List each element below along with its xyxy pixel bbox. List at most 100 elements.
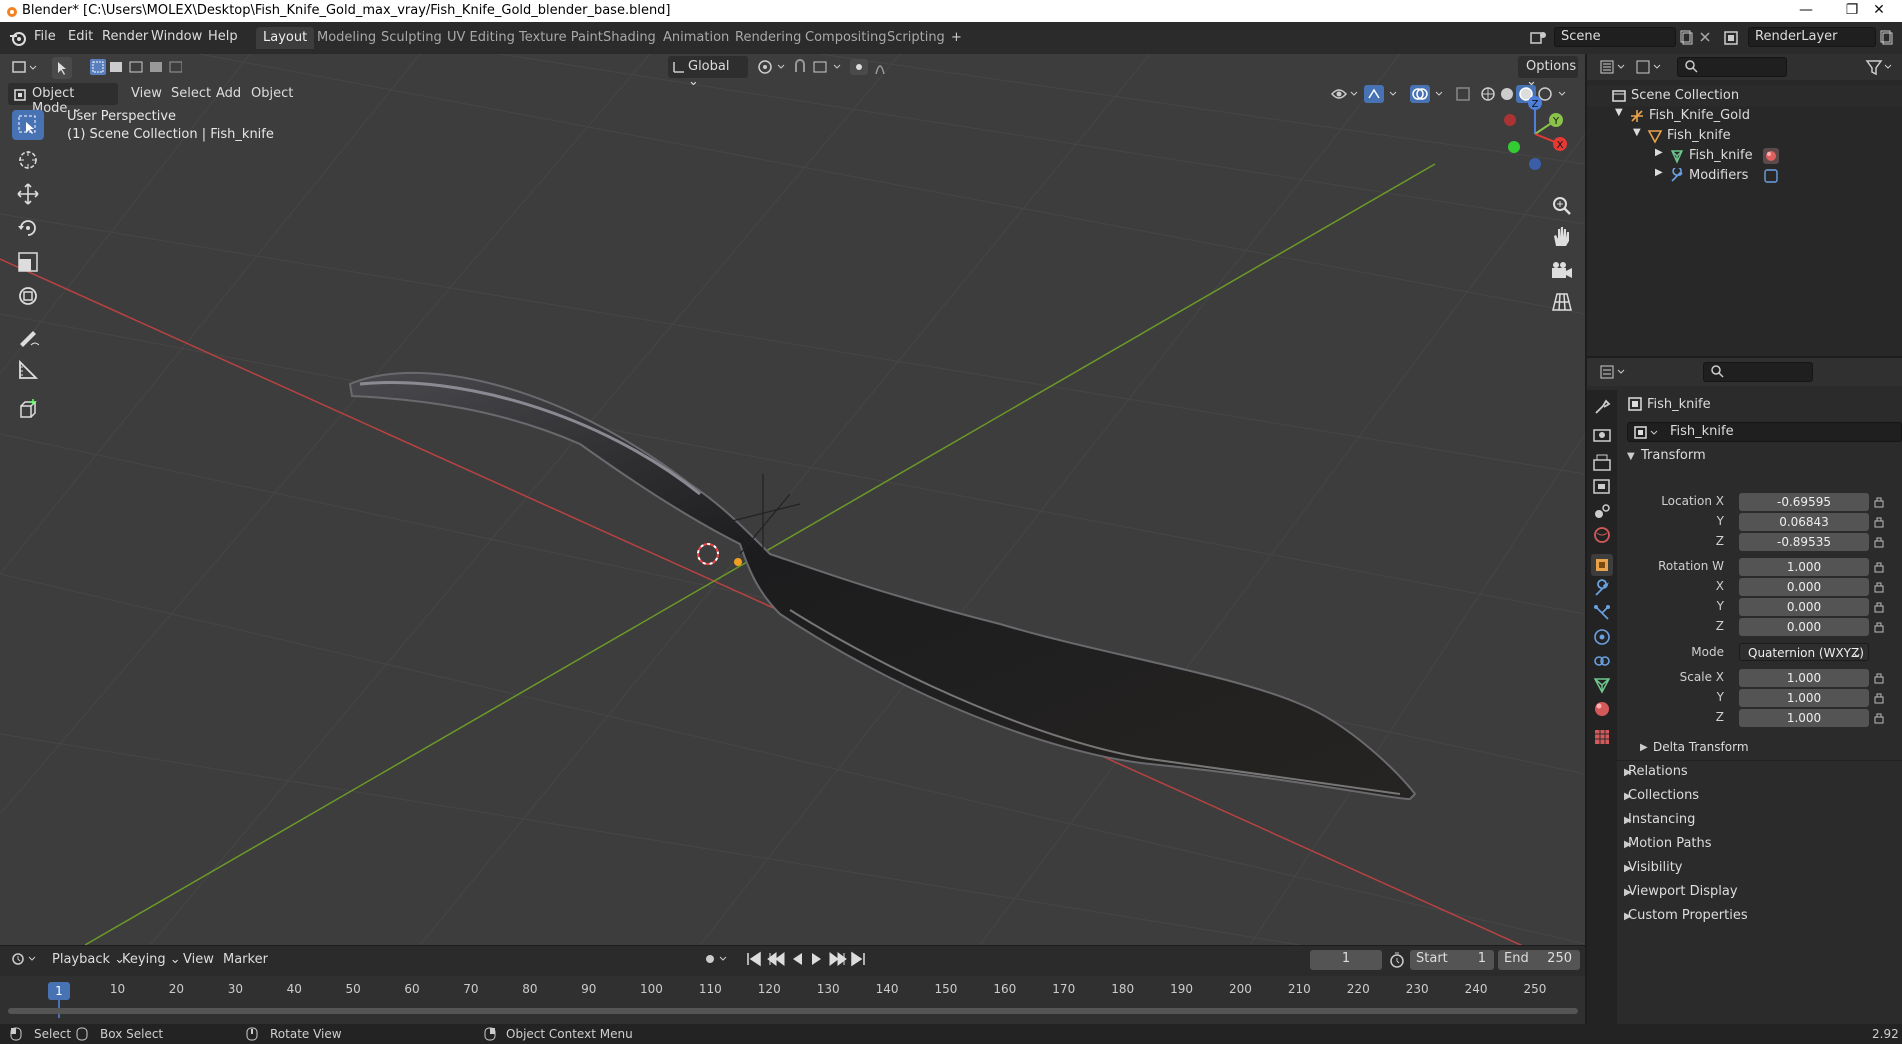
panel-custom-properties[interactable]: Custom Properties [1628, 908, 1748, 923]
location-x-field[interactable]: -0.69595 [1739, 493, 1869, 511]
expand-arrow-icon[interactable]: ▶ [1655, 167, 1663, 178]
lock-icon[interactable] [1873, 601, 1885, 613]
lock-icon[interactable] [1873, 536, 1885, 548]
menu-render[interactable]: Render [102, 29, 148, 44]
pivot-point-icon[interactable] [756, 58, 788, 76]
location-y-field[interactable]: 0.06843 [1739, 513, 1869, 531]
lock-icon[interactable] [1873, 621, 1885, 633]
panel-visibility[interactable]: Visibility [1628, 860, 1682, 875]
lock-icon[interactable] [1873, 561, 1885, 573]
expand-arrow-icon[interactable]: ▶ [1655, 147, 1663, 158]
fish-knife-object[interactable] [348, 371, 1417, 801]
options-dropdown[interactable]: Options ⌄ [1518, 56, 1578, 89]
transform-header[interactable]: Transform [1641, 448, 1706, 463]
select-mode-icons[interactable] [90, 58, 182, 76]
expand-arrow-icon[interactable]: ▼ [1615, 107, 1623, 118]
location-z-field[interactable]: -0.89535 [1739, 533, 1869, 551]
scale-z-field[interactable]: 1.000 [1739, 709, 1869, 727]
gizmo-toggle-icon[interactable] [1364, 84, 1402, 104]
filter-icon[interactable] [1865, 58, 1895, 76]
timeline-scrollbar[interactable] [8, 1008, 1578, 1014]
viewport-menu-view[interactable]: View [131, 86, 162, 101]
pan-hand-icon[interactable] [1548, 224, 1576, 252]
object-name-field[interactable]: Fish_knife [1627, 422, 1902, 442]
tab-animation[interactable]: Animation [656, 27, 736, 49]
current-frame-field[interactable]: 1 [1310, 950, 1382, 970]
object-type-icon[interactable] [1633, 425, 1663, 441]
panel-collections[interactable]: Collections [1628, 788, 1699, 803]
record-keyframe-icon[interactable] [702, 950, 734, 968]
visibility-toggle-icon[interactable] [1330, 85, 1360, 103]
transform-collapse-icon[interactable]: ▼ [1627, 451, 1635, 462]
stopwatch-icon[interactable] [1388, 951, 1406, 969]
timeline-menu-playback[interactable]: Playback ⌄ [52, 952, 125, 967]
perspective-toggle-icon[interactable] [1548, 288, 1576, 316]
expand-arrow-icon[interactable]: ▼ [1633, 127, 1641, 138]
close-button[interactable]: ✕ [1856, 0, 1902, 22]
tool-annotate[interactable] [12, 321, 44, 351]
remove-scene-icon[interactable] [1697, 29, 1713, 45]
scene-name-field[interactable]: Scene [1554, 27, 1676, 47]
end-frame-field[interactable]: End 250 [1498, 950, 1580, 970]
render-layer-field[interactable]: RenderLayer [1748, 27, 1876, 47]
timeline-menu-keying[interactable]: Keying ⌄ [122, 952, 181, 967]
tool-cursor[interactable] [12, 145, 44, 175]
tab-shading[interactable]: Shading [596, 27, 663, 49]
tool-tab-icon[interactable] [1591, 396, 1613, 418]
tab-scripting[interactable]: Scripting [880, 27, 952, 49]
lock-icon[interactable] [1873, 712, 1885, 724]
rotation-w-field[interactable]: 1.000 [1739, 558, 1869, 576]
outliner-item-fish-knife-mesh[interactable]: ▶ Fish_knife [1587, 146, 1902, 166]
menu-edit[interactable]: Edit [68, 29, 93, 44]
properties-editor-type-icon[interactable] [1599, 363, 1627, 381]
camera-view-icon[interactable] [1548, 258, 1576, 286]
render-tab-icon[interactable] [1591, 424, 1613, 446]
copy-scene-icon[interactable] [1678, 29, 1694, 45]
outliner-item-modifiers[interactable]: ▶ Modifiers [1587, 166, 1902, 186]
blender-menu-icon[interactable] [8, 28, 28, 48]
lock-icon[interactable] [1873, 496, 1885, 508]
proportional-editing-icon[interactable] [850, 58, 898, 76]
timeline-menu-view[interactable]: View [183, 952, 214, 967]
rotation-z-field[interactable]: 0.000 [1739, 618, 1869, 636]
tab-rendering[interactable]: Rendering [728, 27, 808, 49]
rotation-y-field[interactable]: 0.000 [1739, 598, 1869, 616]
tab-uv-editing[interactable]: UV Editing [440, 27, 522, 49]
xray-toggle-icon[interactable] [1454, 85, 1472, 103]
playhead-indicator[interactable]: 1 [48, 982, 70, 1000]
tab-sculpting[interactable]: Sculpting [374, 27, 449, 49]
rotation-mode-dropdown[interactable]: Quaternion (WXYZ) ⌄ [1739, 643, 1869, 661]
rotation-x-field[interactable]: 0.000 [1739, 578, 1869, 596]
outliner-item-fish-knife-gold[interactable]: ▼ Fish_Knife_Gold [1587, 106, 1902, 126]
zoom-icon[interactable] [1548, 192, 1576, 220]
tool-scale[interactable] [12, 247, 44, 277]
editor-type-icon[interactable] [10, 58, 38, 78]
lock-icon[interactable] [1873, 692, 1885, 704]
tool-select-box[interactable] [12, 110, 44, 140]
tool-move[interactable] [12, 179, 44, 209]
overlays-toggle-icon[interactable] [1410, 84, 1448, 104]
navigation-gizmo[interactable]: Z Y X [1490, 92, 1570, 172]
select-tool-icon[interactable] [52, 57, 72, 79]
lock-icon[interactable] [1873, 516, 1885, 528]
outliner-search-input[interactable] [1677, 57, 1787, 77]
delta-transform-expand-icon[interactable]: ▶ [1640, 742, 1648, 753]
outliner-item-fish-knife-object[interactable]: ▼ Fish_knife [1587, 126, 1902, 146]
3d-viewport[interactable]: Global ⌄ Options ⌄ Object Mode ⌄ View Se… [0, 54, 1585, 945]
outliner-editor-type-icon[interactable] [1599, 58, 1627, 76]
add-workspace-button[interactable]: + [944, 27, 969, 49]
panel-motion-paths[interactable]: Motion Paths [1628, 836, 1712, 851]
lock-icon[interactable] [1873, 581, 1885, 593]
panel-instancing[interactable]: Instancing [1628, 812, 1695, 827]
start-frame-field[interactable]: Start 1 [1410, 950, 1494, 970]
scale-y-field[interactable]: 1.000 [1739, 689, 1869, 707]
scale-x-field[interactable]: 1.000 [1739, 669, 1869, 687]
snap-icon[interactable] [792, 58, 848, 76]
tool-transform[interactable] [12, 281, 44, 311]
tab-modeling[interactable]: Modeling [310, 27, 383, 49]
outliner-item-scene-collection[interactable]: Scene Collection [1587, 86, 1902, 106]
minimize-button[interactable]: — [1783, 0, 1829, 22]
3d-cursor[interactable] [697, 543, 719, 565]
tool-measure[interactable] [12, 355, 44, 385]
menu-help[interactable]: Help [208, 29, 238, 44]
